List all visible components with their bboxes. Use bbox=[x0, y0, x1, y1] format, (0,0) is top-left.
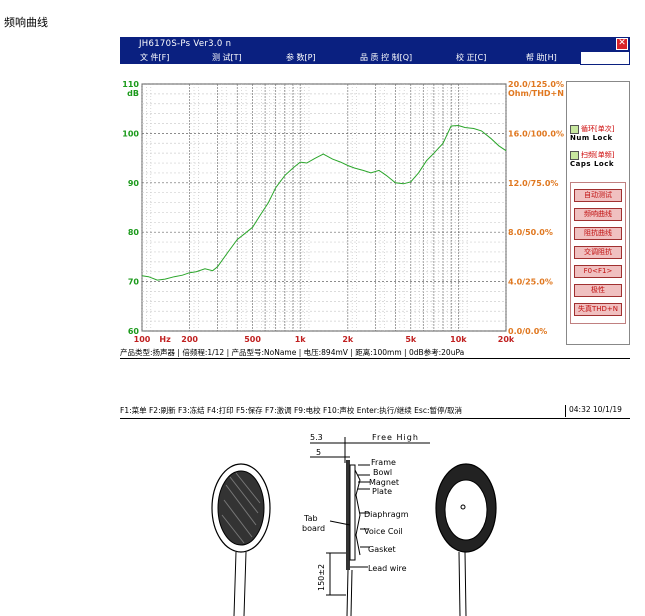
menu-help[interactable]: 帮 助[H] bbox=[526, 52, 557, 63]
chart-svg: 11010090807060dB20.0/125.0%16.0/100.0%12… bbox=[122, 80, 564, 344]
lead-wire-label: Lead wire bbox=[368, 564, 407, 573]
x-tick-label: Hz bbox=[159, 335, 171, 344]
dim-sub-label: 5 bbox=[316, 448, 321, 457]
plate-label: Plate bbox=[372, 487, 392, 496]
right-tick-label: 12.0/75.0% bbox=[508, 179, 558, 188]
x-tick-label: 200 bbox=[181, 335, 198, 344]
x-tick-label: 100 bbox=[134, 335, 151, 344]
frequency-response-button[interactable]: 频响曲线 bbox=[574, 208, 622, 221]
dim-top-label: 5.3 bbox=[310, 433, 323, 442]
polarity-button[interactable]: 极性 bbox=[574, 284, 622, 297]
x-tick-label: 500 bbox=[244, 335, 261, 344]
voice-coil-label: Voice Coil bbox=[364, 527, 403, 536]
status-divider bbox=[120, 358, 630, 359]
left-tick-label: 110 bbox=[122, 80, 139, 89]
menu-quality[interactable]: 品 质 控 制[Q] bbox=[360, 52, 412, 63]
app-window: JH6170S-Ps Ver3.0 n ✕ 文 件[F] 测 试[T] 参 数[… bbox=[120, 37, 630, 359]
thd-button[interactable]: 失真THD+N bbox=[574, 303, 622, 316]
left-tick-label: 100 bbox=[122, 129, 139, 138]
page-caption: 频响曲线 bbox=[4, 16, 48, 29]
gasket-label: Gasket bbox=[368, 545, 396, 554]
sweep-indicator: 扫频[单频] Caps Lock bbox=[570, 150, 614, 168]
x-tick-label: 1k bbox=[295, 335, 307, 344]
close-button[interactable]: ✕ bbox=[616, 38, 628, 50]
function-key-divider bbox=[120, 418, 630, 419]
status-line: 产品类型:扬声器 | 倍频程:1/12 | 产品型号:NoName | 电压:8… bbox=[120, 347, 630, 358]
close-icon: ✕ bbox=[618, 38, 626, 48]
front-view bbox=[211, 463, 271, 616]
loop-indicator-light bbox=[570, 124, 579, 134]
menu-test[interactable]: 测 试[T] bbox=[212, 52, 242, 63]
menu-calibrate[interactable]: 校 正[C] bbox=[456, 52, 486, 63]
board-label: board bbox=[302, 524, 325, 533]
x-tick-label: 20k bbox=[498, 335, 515, 344]
left-tick-label: 70 bbox=[128, 278, 140, 287]
right-tick-label: 8.0/50.0% bbox=[508, 228, 553, 237]
f0-button[interactable]: F0<F1> bbox=[574, 265, 622, 278]
intermod-impedance-button[interactable]: 交调阻抗 bbox=[574, 246, 622, 259]
title-bar: JH6170S-Ps Ver3.0 n ✕ bbox=[120, 37, 630, 51]
function-key-bar: F1:菜单 F2:刷新 F3:冻结 F4:打印 F5:保存 F7:激调 F9:电… bbox=[120, 405, 560, 417]
x-tick-label: 5k bbox=[405, 335, 417, 344]
right-axis-unit: Ohm/THD+N bbox=[508, 89, 564, 98]
bowl-label: Bowl bbox=[373, 468, 392, 477]
frame-label: Frame bbox=[371, 458, 396, 467]
sweep-indicator-light bbox=[570, 150, 579, 160]
auto-test-button[interactable]: 自动测试 bbox=[574, 189, 622, 202]
sweep-indicator-tag: 扫频[单频] bbox=[581, 151, 615, 159]
dim-side-label: 150±2 bbox=[317, 564, 326, 591]
window-title: JH6170S-Ps Ver3.0 n bbox=[139, 39, 232, 49]
free-high-label: Free High bbox=[372, 433, 419, 442]
menu-status-box bbox=[580, 51, 630, 65]
right-tick-label: 16.0/100.0% bbox=[508, 129, 564, 138]
left-axis-unit: dB bbox=[127, 89, 139, 98]
menu-file[interactable]: 文 件[F] bbox=[140, 52, 169, 63]
x-tick-label: 10k bbox=[450, 335, 467, 344]
loop-indicator-tag: 循环[单次] bbox=[581, 125, 615, 133]
function-key-text: F1:菜单 F2:刷新 F3:冻结 F4:打印 F5:保存 F7:激调 F9:电… bbox=[120, 406, 463, 415]
menu-bar: 文 件[F] 测 试[T] 参 数[P] 品 质 控 制[Q] 校 正[C] 帮… bbox=[120, 51, 630, 65]
function-button-group: 自动测试 频响曲线 阻抗曲线 交调阻抗 F0<F1> 极性 失真THD+N bbox=[570, 182, 626, 324]
menu-params[interactable]: 参 数[P] bbox=[286, 52, 316, 63]
clock-text: 04:32 10/1/19 bbox=[569, 405, 622, 414]
tab-label: Tab bbox=[303, 514, 318, 523]
num-lock-label: Num Lock bbox=[570, 134, 613, 142]
diaphragm-label: Diaphragm bbox=[364, 510, 409, 519]
magnet-label: Magnet bbox=[369, 478, 399, 487]
right-tick-label: 4.0/25.0% bbox=[508, 278, 553, 287]
side-panel: 循环[单次] Num Lock 扫频[单频] Caps Lock 自动测试 频响… bbox=[566, 81, 630, 345]
x-tick-label: 2k bbox=[342, 335, 354, 344]
impedance-curve-button[interactable]: 阻抗曲线 bbox=[574, 227, 622, 240]
frequency-response-chart: 110 100 90 80 70 60 dB 20.0/125.0% 16.0/100.0% 12… bbox=[120, 64, 564, 346]
back-view bbox=[435, 463, 497, 616]
caps-lock-label: Caps Lock bbox=[570, 160, 615, 168]
loop-indicator: 循环[单次] Num Lock bbox=[570, 124, 614, 142]
clock: 04:32 10/1/19 bbox=[565, 405, 634, 417]
status-line-text: 产品类型:扬声器 | 倍频程:1/12 | 产品型号:NoName | 电压:8… bbox=[120, 348, 465, 357]
right-tick-label: 20.0/125.0% bbox=[508, 80, 564, 89]
speaker-drawing: 5.3 5 Free High Frame Bowl Magnet Plate … bbox=[211, 433, 497, 616]
left-tick-label: 90 bbox=[128, 179, 140, 188]
left-tick-label: 80 bbox=[128, 228, 140, 237]
